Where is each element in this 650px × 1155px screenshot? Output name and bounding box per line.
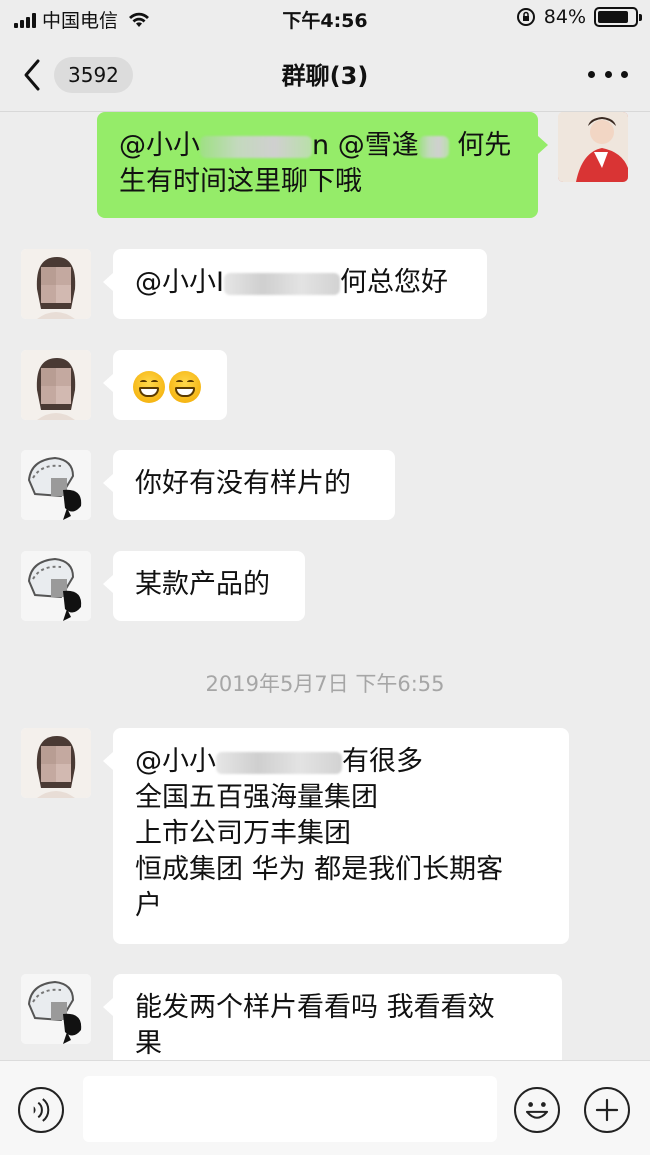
message-text: 果 xyxy=(135,1028,162,1059)
dot xyxy=(588,70,595,78)
redacted-name xyxy=(200,135,312,158)
cartoon-avatar[interactable] xyxy=(21,974,91,1044)
cartoon-avatar[interactable] xyxy=(21,551,91,621)
message-text: 户 xyxy=(135,890,162,921)
redacted-name xyxy=(418,135,449,158)
grin-emoji-icon xyxy=(133,370,165,403)
female-avatar[interactable] xyxy=(21,350,91,420)
message-text: 全国五百强海量集团 xyxy=(135,782,378,813)
cartoon-avatar-image xyxy=(21,974,91,1044)
message-text: 你好有没有样片的 xyxy=(135,468,351,499)
message-bubble[interactable]: @小小I 何总您好 xyxy=(103,249,487,319)
voice-button[interactable] xyxy=(18,1087,64,1133)
mention-text: @小小 xyxy=(135,746,216,777)
female-avatar-image xyxy=(21,249,91,319)
mention-text: @小小 xyxy=(119,130,200,161)
message-bubble[interactable]: 能发两个样片看看吗 我看看效 果 xyxy=(103,974,562,1060)
message-bubble[interactable]: 某款产品的 xyxy=(103,551,305,621)
rotation-lock-icon xyxy=(516,8,535,26)
message-input[interactable] xyxy=(83,1076,497,1142)
message-text: 能发两个样片看看吗 我看看效 xyxy=(135,992,495,1023)
battery-icon xyxy=(594,7,642,27)
female-avatar-image xyxy=(21,350,91,420)
grin-emoji-icon xyxy=(169,370,201,403)
emoji-button[interactable] xyxy=(514,1087,560,1133)
self-avatar[interactable] xyxy=(558,112,628,182)
more-button[interactable] xyxy=(588,62,628,86)
mention-text: n @雪逢 xyxy=(312,130,419,161)
dot xyxy=(621,70,628,78)
cartoon-avatar-image xyxy=(21,450,91,520)
nav-bar: 3592 群聊(3) xyxy=(0,36,650,112)
status-bar: 中国电信 下午4:56 84% xyxy=(0,0,650,36)
redacted-name xyxy=(223,272,340,295)
chat-area[interactable]: @小小 n @雪逢 何先 生有时间这里聊下哦 @小小I 何总您好 你好有没有样片… xyxy=(0,112,650,1060)
female-avatar[interactable] xyxy=(21,728,91,798)
female-avatar-image xyxy=(21,728,91,798)
input-bar xyxy=(0,1060,650,1155)
message-bubble[interactable]: 你好有没有样片的 xyxy=(103,450,395,520)
plus-icon xyxy=(595,1098,619,1122)
message-text: 某款产品的 xyxy=(135,569,270,600)
plus-button[interactable] xyxy=(584,1087,630,1133)
redacted-name xyxy=(216,751,342,774)
mention-text: @小小I xyxy=(135,267,224,298)
cartoon-avatar[interactable] xyxy=(21,450,91,520)
message-text: 何总您好 xyxy=(339,267,448,298)
battery-percent: 84% xyxy=(543,6,586,28)
female-avatar[interactable] xyxy=(21,249,91,319)
self-avatar-image xyxy=(558,112,628,182)
message-text: 何先 xyxy=(448,130,512,161)
message-text: 有很多 xyxy=(342,746,423,777)
message-bubble[interactable]: @小小 有很多 全国五百强海量集团 上市公司万丰集团 恒成集团 华为 都是我们长期… xyxy=(103,728,569,944)
message-text: 恒成集团 华为 都是我们长期客 xyxy=(135,854,504,885)
timestamp: 2019年5月7日 下午6:55 xyxy=(205,672,445,696)
message-text: 生有时间这里聊下哦 xyxy=(119,166,362,197)
cartoon-avatar-image xyxy=(21,551,91,621)
message-text: 上市公司万丰集团 xyxy=(135,818,351,849)
message-bubble[interactable]: @小小 n @雪逢 何先 生有时间这里聊下哦 xyxy=(97,112,548,218)
smile-icon xyxy=(525,1102,549,1119)
message-bubble[interactable] xyxy=(103,350,227,420)
page-title: 群聊(3) xyxy=(281,62,369,90)
voice-icon xyxy=(33,1098,50,1122)
dot xyxy=(604,70,612,78)
